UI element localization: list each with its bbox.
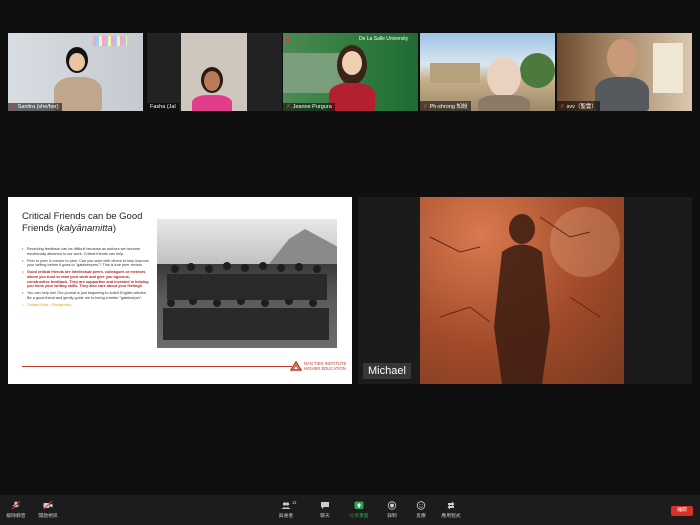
participant-name-label: Michael	[363, 363, 411, 379]
mic-muted-icon: ✗	[423, 104, 428, 110]
wall-decoration	[93, 36, 127, 46]
nan-tien-logo-icon	[290, 360, 302, 371]
chat-icon	[321, 502, 329, 509]
slide-bullet: Golden Rule = Reciprocity	[22, 303, 152, 308]
participants-icon	[281, 502, 291, 509]
slide-bullet-list: Receiving feedback can be difficult beca…	[22, 247, 152, 310]
video-camera-icon	[43, 501, 53, 510]
participant-tile[interactable]: Fasha (Jal	[147, 33, 282, 111]
participant-tile[interactable]: ✗ svv（聖雲）	[557, 33, 692, 111]
participant-video	[420, 197, 624, 384]
participant-tile[interactable]: ✗ Ph-shrong 知紛	[420, 33, 555, 111]
slide-bullet: Good critical friends are intellectual p…	[22, 270, 152, 288]
slide-group-photo	[157, 219, 337, 348]
meeting-toolbar: 解除靜音 開啟視訊 與會者 11 聊天 分享畫面 錄制 反應 應用程式	[0, 495, 700, 525]
apps-icon	[447, 501, 455, 510]
participant-strip: ✗ Sanitra (she/her) Fasha (Jal ♥ De La Sa…	[8, 33, 692, 111]
featured-participant-tile[interactable]: Michael	[358, 197, 692, 384]
chat-button[interactable]: 聊天	[313, 501, 337, 519]
slide-bullet: Peer to peer & mentor to peer. Can you w…	[22, 259, 152, 268]
shadow-figure	[494, 214, 550, 384]
mic-muted-icon: ✗	[560, 104, 565, 110]
background-tree	[520, 53, 555, 88]
participant-count: 11	[292, 500, 297, 505]
mic-muted-icon: ✗	[11, 104, 16, 110]
record-button[interactable]: 錄制	[380, 501, 404, 519]
slide-bullet: Receiving feedback can be difficult beca…	[22, 247, 152, 256]
slide-footer-line	[22, 366, 292, 367]
leave-meeting-button[interactable]: 離開	[671, 506, 693, 516]
participant-name-label: ✗ Jeanne Purgura	[283, 103, 335, 111]
slide-title: Critical Friends can be Good Friends (ka…	[22, 211, 143, 234]
university-logo: De La Salle University	[359, 36, 409, 42]
microphone-icon	[11, 501, 21, 510]
participants-button[interactable]: 與會者 11	[274, 500, 298, 519]
start-video-button[interactable]: 開啟視訊	[36, 501, 60, 519]
group-figures	[163, 262, 329, 340]
participant-name-label: ✗ svv（聖雲）	[557, 101, 600, 111]
shared-screen-slide: Critical Friends can be Good Friends (ka…	[8, 197, 352, 384]
reactions-button[interactable]: 反應	[409, 501, 433, 519]
participant-name-label: ✗ Ph-shrong 知紛	[420, 101, 471, 111]
record-icon	[387, 501, 397, 510]
reaction-icon	[416, 501, 426, 510]
apps-button[interactable]: 應用程式	[438, 501, 464, 519]
share-screen-icon	[354, 501, 364, 509]
share-screen-button[interactable]: 分享畫面	[346, 501, 372, 519]
participant-tile[interactable]: ♥ De La Salle University ✗ Jeanne Purgura	[283, 33, 418, 111]
background-building	[430, 63, 480, 83]
background-window	[653, 43, 683, 93]
mic-muted-icon: ✗	[286, 104, 291, 110]
unmute-button[interactable]: 解除靜音	[4, 501, 28, 519]
institute-logo-text: NAN TIEN INSTITUTE HIGHER EDUCATION	[304, 361, 347, 371]
slide-bullet: You can help me! Our journal is just beg…	[22, 291, 152, 300]
participant-name-label: Fasha (Jal	[147, 103, 179, 111]
participant-tile[interactable]: ✗ Sanitra (she/her)	[8, 33, 143, 111]
participant-name-label: ✗ Sanitra (she/her)	[8, 103, 62, 111]
heart-icon: ♥	[285, 35, 291, 45]
